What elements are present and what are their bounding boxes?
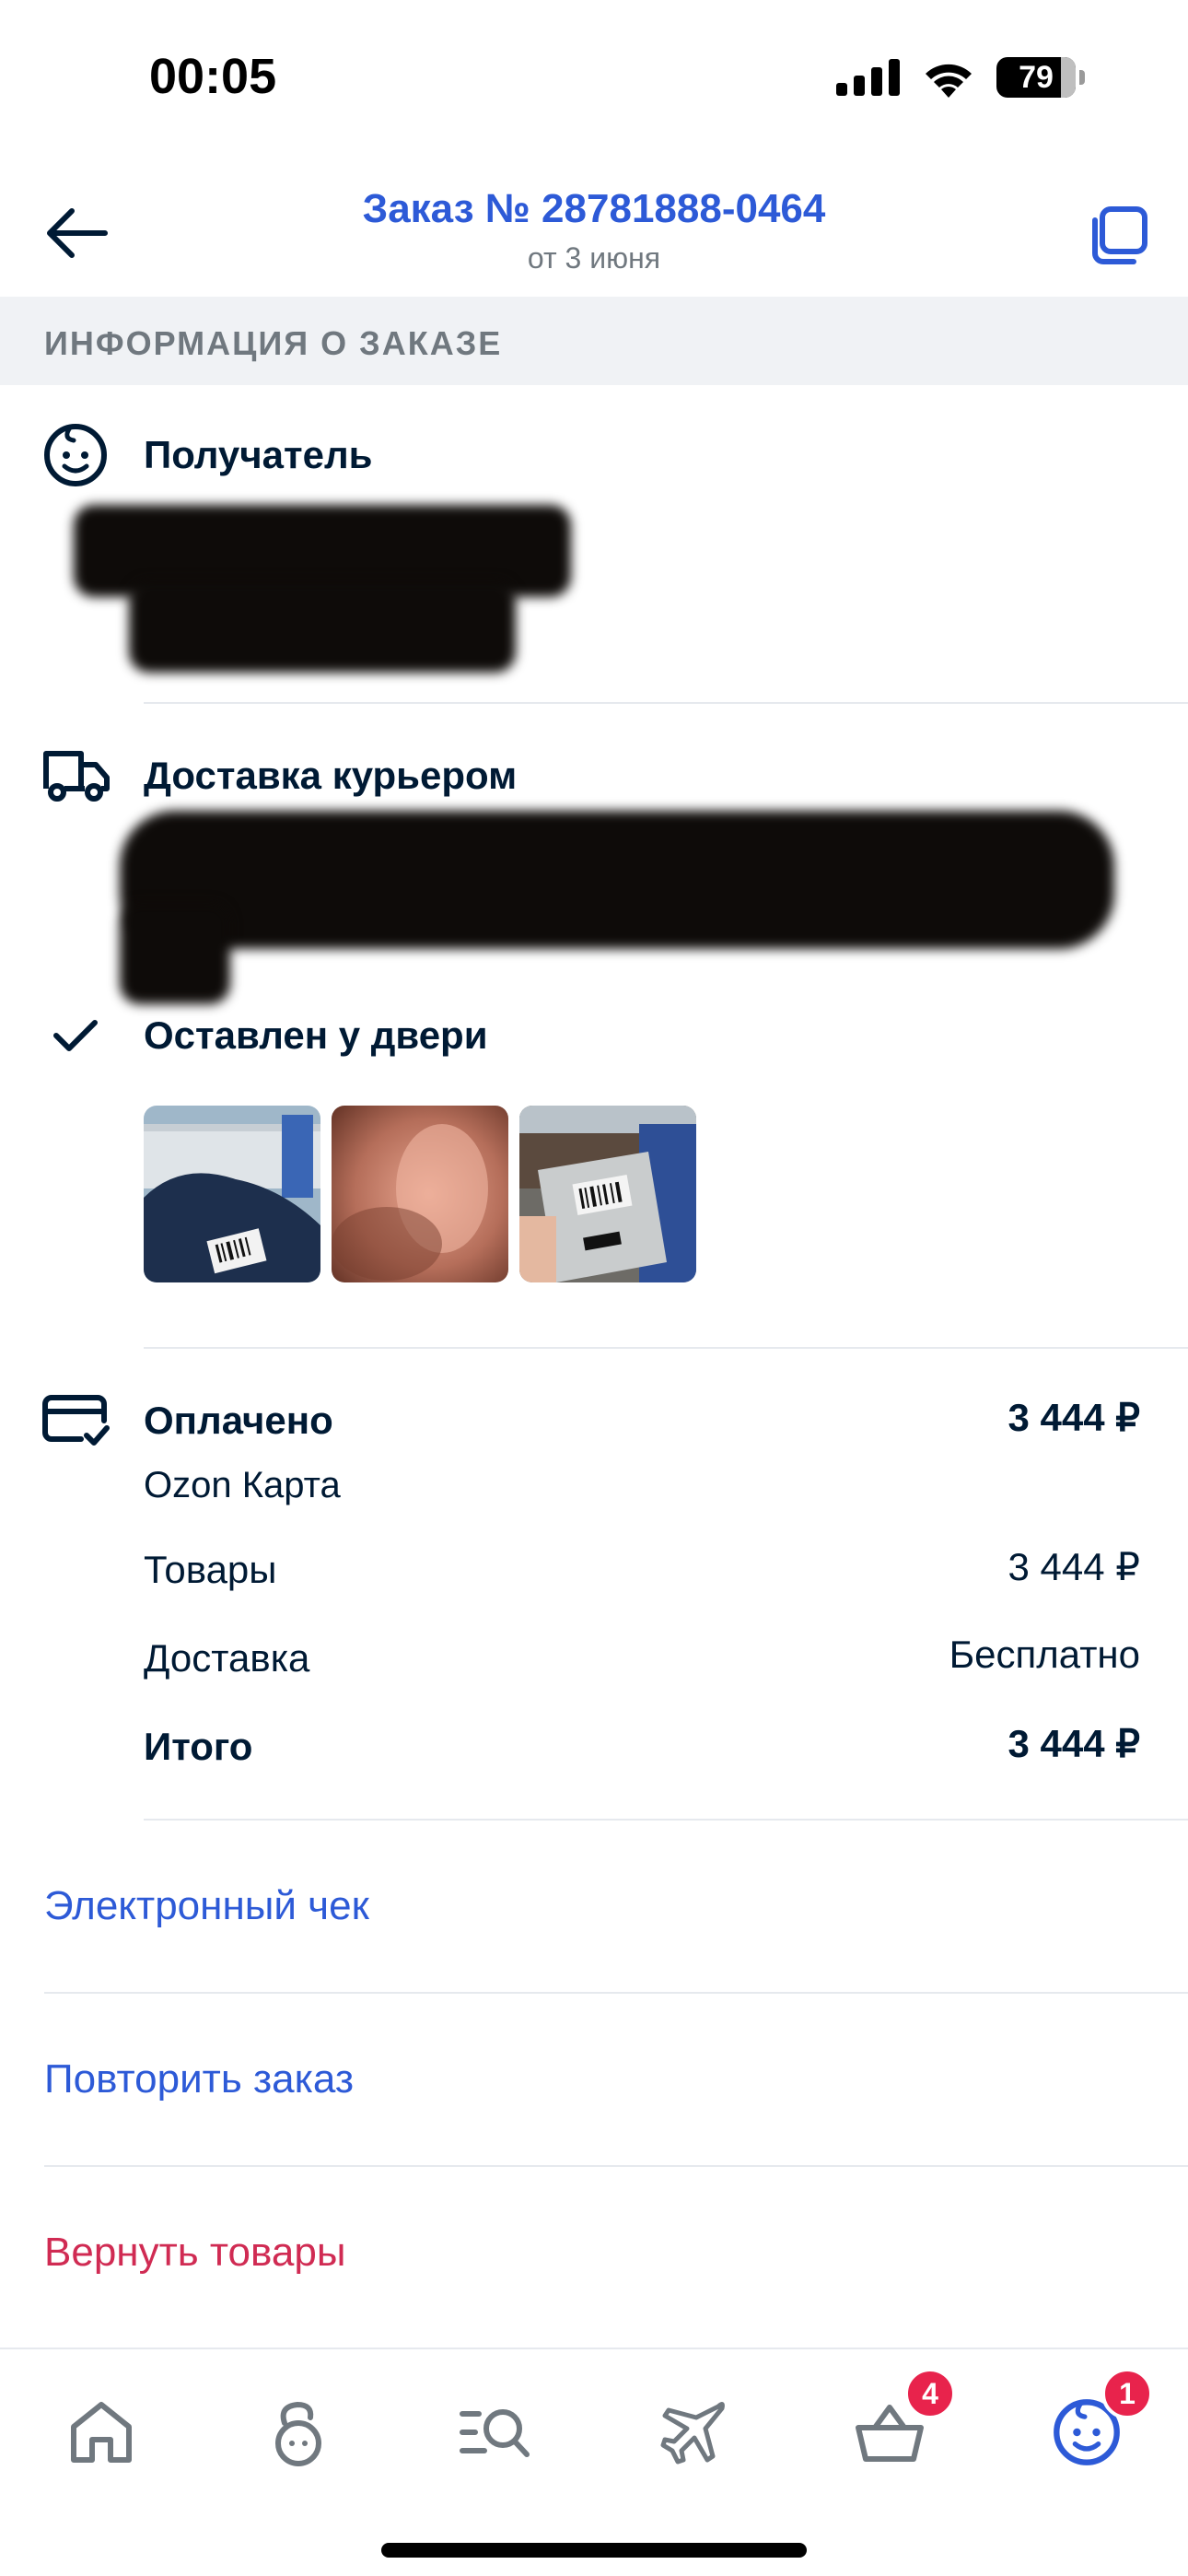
travel-plane-icon [660,2401,725,2465]
return-items-link[interactable]: Вернуть товары [44,2230,345,2276]
payment-method: Ozon Карта [144,1465,341,1505]
status-icons: 79 [836,57,1085,98]
page-title: Заказ № 28781888-0464 [362,186,826,231]
divider [144,1347,1188,1349]
battery-cap [1079,70,1085,85]
status-time: 00:05 [149,49,277,104]
checkmark-icon [41,1001,111,1071]
battery-level: 79 [1019,59,1054,95]
cellular-signal-icon [836,59,900,96]
divider [144,702,1188,704]
delivery-address-redacted-tail [120,903,230,1004]
divider [144,1819,1188,1821]
copy-order-number-button[interactable] [1081,199,1155,273]
delivery-cost-value: Бесплатно [949,1633,1140,1676]
recipient-icon [41,420,111,490]
wifi-icon [926,64,972,98]
tab-travel[interactable] [646,2386,739,2478]
catalog-search-icon [460,2409,530,2457]
repeat-order-link[interactable]: Повторить заказ [44,2056,354,2102]
profile-badge: 1 [1101,2368,1153,2419]
delivery-photo-1[interactable] [144,1106,320,1282]
order-date: от 3 июня [527,241,661,275]
total-label: Итого [144,1725,253,1768]
order-header: Заказ № 28781888-0464 от 3 июня [0,166,1188,295]
recipient-title: Получатель [144,433,373,476]
divider [44,1992,1188,1994]
payment-status-title: Оплачено [144,1399,333,1442]
tab-home[interactable] [55,2386,147,2478]
battery-indicator: 79 [996,57,1076,98]
copy-icon [1092,206,1147,264]
tab-cart[interactable]: 4 [844,2368,956,2478]
delivery-address-redacted [120,811,1114,949]
tab-profile[interactable]: 1 [1041,2368,1153,2478]
delivery-status-title: Оставлен у двери [144,1013,488,1057]
goods-label: Товары [144,1548,277,1591]
tab-fresh[interactable] [252,2386,344,2478]
tab-catalog[interactable] [449,2386,542,2478]
section-label: ИНФОРМАЦИЯ О ЗАКАЗЕ [44,324,503,362]
status-bar: 00:05 79 [0,0,1188,157]
goods-value: 3 444 ₽ [1007,1545,1141,1588]
order-details-screen: 00:05 79 Заказ № 28781888-0464 от 3 июня… [0,0,1188,2576]
total-value: 3 444 ₽ [1007,1722,1141,1765]
delivery-photo-2[interactable] [332,1106,508,1282]
home-indicator[interactable] [381,2543,807,2558]
fresh-icon [275,2401,321,2466]
cart-badge: 4 [904,2368,956,2419]
delivery-photo-3[interactable] [519,1106,696,1282]
delivery-cost-label: Доставка [144,1636,310,1680]
courier-truck-icon [41,741,111,811]
order-info-section-header: ИНФОРМАЦИЯ О ЗАКАЗЕ [0,297,1188,385]
delivery-title: Доставка курьером [144,754,518,797]
electronic-receipt-link[interactable]: Электронный чек [44,1883,369,1929]
payment-card-icon [41,1386,111,1456]
divider [44,2165,1188,2167]
payment-amount: 3 444 ₽ [1007,1396,1141,1439]
bottom-tab-bar: 4 1 [0,2348,1188,2576]
recipient-phone-redacted [129,580,516,673]
home-icon [71,2402,132,2463]
